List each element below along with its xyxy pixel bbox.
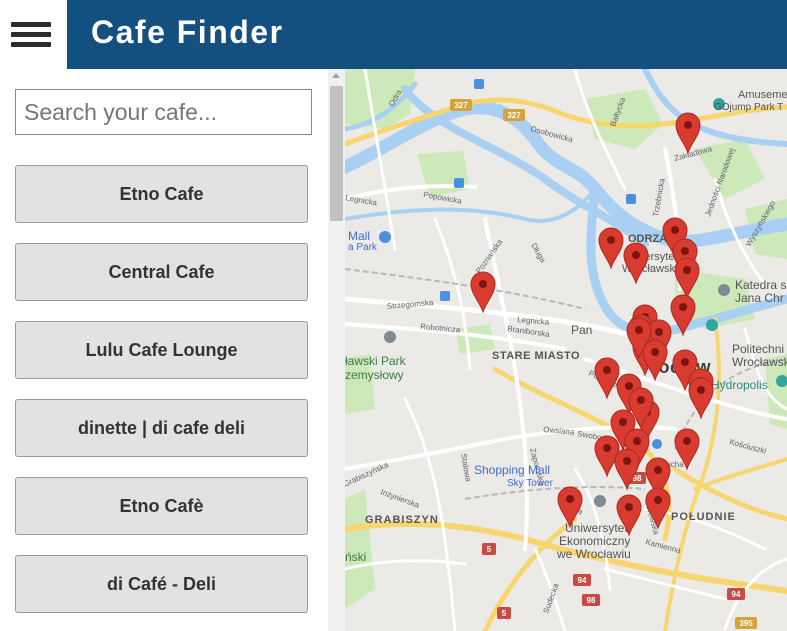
svg-text:GOjump Park T: GOjump Park T bbox=[714, 102, 783, 113]
svg-text:Owsiana: Owsiana bbox=[543, 425, 575, 437]
svg-text:Wrocławsk: Wrocławsk bbox=[732, 355, 787, 369]
svg-text:Uniwersytet: Uniwersytet bbox=[565, 521, 628, 535]
svg-text:Politechni: Politechni bbox=[732, 342, 784, 356]
cafe-list-item[interactable]: di Café - Deli bbox=[15, 555, 308, 613]
svg-text:Mall: Mall bbox=[348, 229, 370, 243]
svg-text:Ekonomiczny: Ekonomiczny bbox=[559, 534, 630, 548]
map-marker-dot bbox=[479, 280, 487, 288]
svg-text:Sky Tower: Sky Tower bbox=[507, 478, 554, 489]
map-marker-dot bbox=[679, 303, 687, 311]
map-marker-dot bbox=[697, 386, 705, 394]
svg-text:Katedra s: Katedra s bbox=[735, 278, 786, 292]
svg-text:Kościuszki: Kościuszki bbox=[728, 437, 767, 456]
svg-text:POŁUDNIE: POŁUDNIE bbox=[671, 511, 736, 523]
svg-text:Trzebnicka: Trzebnicka bbox=[651, 177, 667, 217]
map-marker-icon[interactable] bbox=[594, 435, 620, 478]
sidebar: Etno Cafe Central Cafe Lulu Cafe Lounge … bbox=[0, 69, 328, 631]
app-title: Cafe Finder bbox=[91, 14, 284, 50]
map-marker-dot bbox=[637, 396, 645, 404]
cafe-list-item[interactable]: Central Cafe bbox=[15, 243, 308, 301]
svg-text:we Wrocławiu: we Wrocławiu bbox=[556, 547, 631, 561]
map-marker-dot bbox=[607, 236, 615, 244]
svg-text:a Park: a Park bbox=[348, 242, 378, 253]
map-marker-dot bbox=[623, 457, 631, 465]
map-marker-dot bbox=[651, 348, 659, 356]
svg-text:ławski Park: ławski Park bbox=[345, 354, 407, 368]
map[interactable]: 327 327 98 98 5 5 94 94 395 Odra Osobowi… bbox=[345, 69, 787, 631]
map-marker-dot bbox=[681, 358, 689, 366]
map-marker-icon[interactable] bbox=[688, 377, 714, 420]
map-marker-dot bbox=[684, 121, 692, 129]
svg-text:395: 395 bbox=[739, 619, 753, 628]
map-marker-dot bbox=[633, 437, 641, 445]
map-marker-icon[interactable] bbox=[594, 357, 620, 400]
svg-text:Pan: Pan bbox=[571, 323, 592, 337]
cafe-list: Etno Cafe Central Cafe Lulu Cafe Lounge … bbox=[15, 165, 308, 631]
svg-text:327: 327 bbox=[507, 111, 521, 120]
svg-text:STARE MIASTO: STARE MIASTO bbox=[492, 350, 580, 362]
map-marker-dot bbox=[655, 328, 663, 336]
cafe-list-item[interactable]: Lulu Cafe Lounge bbox=[15, 321, 308, 379]
svg-text:ński: ński bbox=[345, 550, 366, 564]
search-input[interactable] bbox=[15, 89, 312, 135]
map-marker-dot bbox=[566, 495, 574, 503]
map-marker-dot bbox=[654, 496, 662, 504]
svg-text:Jana Chr: Jana Chr bbox=[735, 291, 784, 305]
svg-text:Popowicka: Popowicka bbox=[423, 190, 463, 206]
svg-text:zemysłowy: zemysłowy bbox=[345, 368, 404, 382]
svg-text:Inżynierska: Inżynierska bbox=[379, 487, 421, 509]
cafe-list-item[interactable]: dinette | di cafe deli bbox=[15, 399, 308, 457]
svg-text:Amuseme: Amuseme bbox=[738, 89, 787, 101]
map-marker-dot bbox=[619, 418, 627, 426]
map-marker-dot bbox=[632, 251, 640, 259]
map-marker-icon[interactable] bbox=[598, 227, 624, 270]
map-marker-dot bbox=[681, 247, 689, 255]
map-marker-dot bbox=[683, 437, 691, 445]
svg-text:98: 98 bbox=[587, 596, 596, 605]
map-marker-dot bbox=[671, 226, 679, 234]
map-marker-dot bbox=[625, 503, 633, 511]
svg-text:Stalowa: Stalowa bbox=[459, 453, 473, 483]
cafe-list-item[interactable]: Etno Cafè bbox=[15, 477, 308, 535]
svg-text:327: 327 bbox=[454, 101, 468, 110]
scrollbar-thumb[interactable] bbox=[330, 86, 343, 221]
svg-text:94: 94 bbox=[578, 576, 587, 585]
hamburger-menu-icon[interactable] bbox=[0, 0, 67, 69]
map-marker-dot bbox=[635, 326, 643, 334]
sidebar-scrollbar[interactable] bbox=[328, 69, 345, 631]
map-marker-icon[interactable] bbox=[470, 271, 496, 314]
svg-text:Długa: Długa bbox=[529, 242, 548, 265]
app-header: Cafe Finder bbox=[67, 0, 787, 69]
map-marker-dot bbox=[603, 444, 611, 452]
svg-text:Strzegomska: Strzegomska bbox=[386, 298, 434, 311]
svg-text:5: 5 bbox=[502, 609, 507, 618]
svg-text:Shopping Mall: Shopping Mall bbox=[474, 463, 550, 477]
svg-text:Robotnicza: Robotnicza bbox=[420, 322, 461, 335]
map-marker-dot bbox=[603, 366, 611, 374]
scroll-up-arrow-icon[interactable] bbox=[332, 73, 340, 78]
map-marker-icon[interactable] bbox=[623, 242, 649, 285]
cafe-list-item[interactable]: Etno Cafe bbox=[15, 165, 308, 223]
map-marker-dot bbox=[625, 382, 633, 390]
svg-text:Hydropolis: Hydropolis bbox=[711, 378, 768, 392]
svg-text:Legnicka: Legnicka bbox=[345, 193, 378, 208]
svg-text:5: 5 bbox=[487, 545, 492, 554]
map-marker-dot bbox=[654, 466, 662, 474]
svg-text:GRABISZYN: GRABISZYN bbox=[365, 514, 439, 526]
map-marker-dot bbox=[683, 266, 691, 274]
svg-text:94: 94 bbox=[732, 590, 741, 599]
